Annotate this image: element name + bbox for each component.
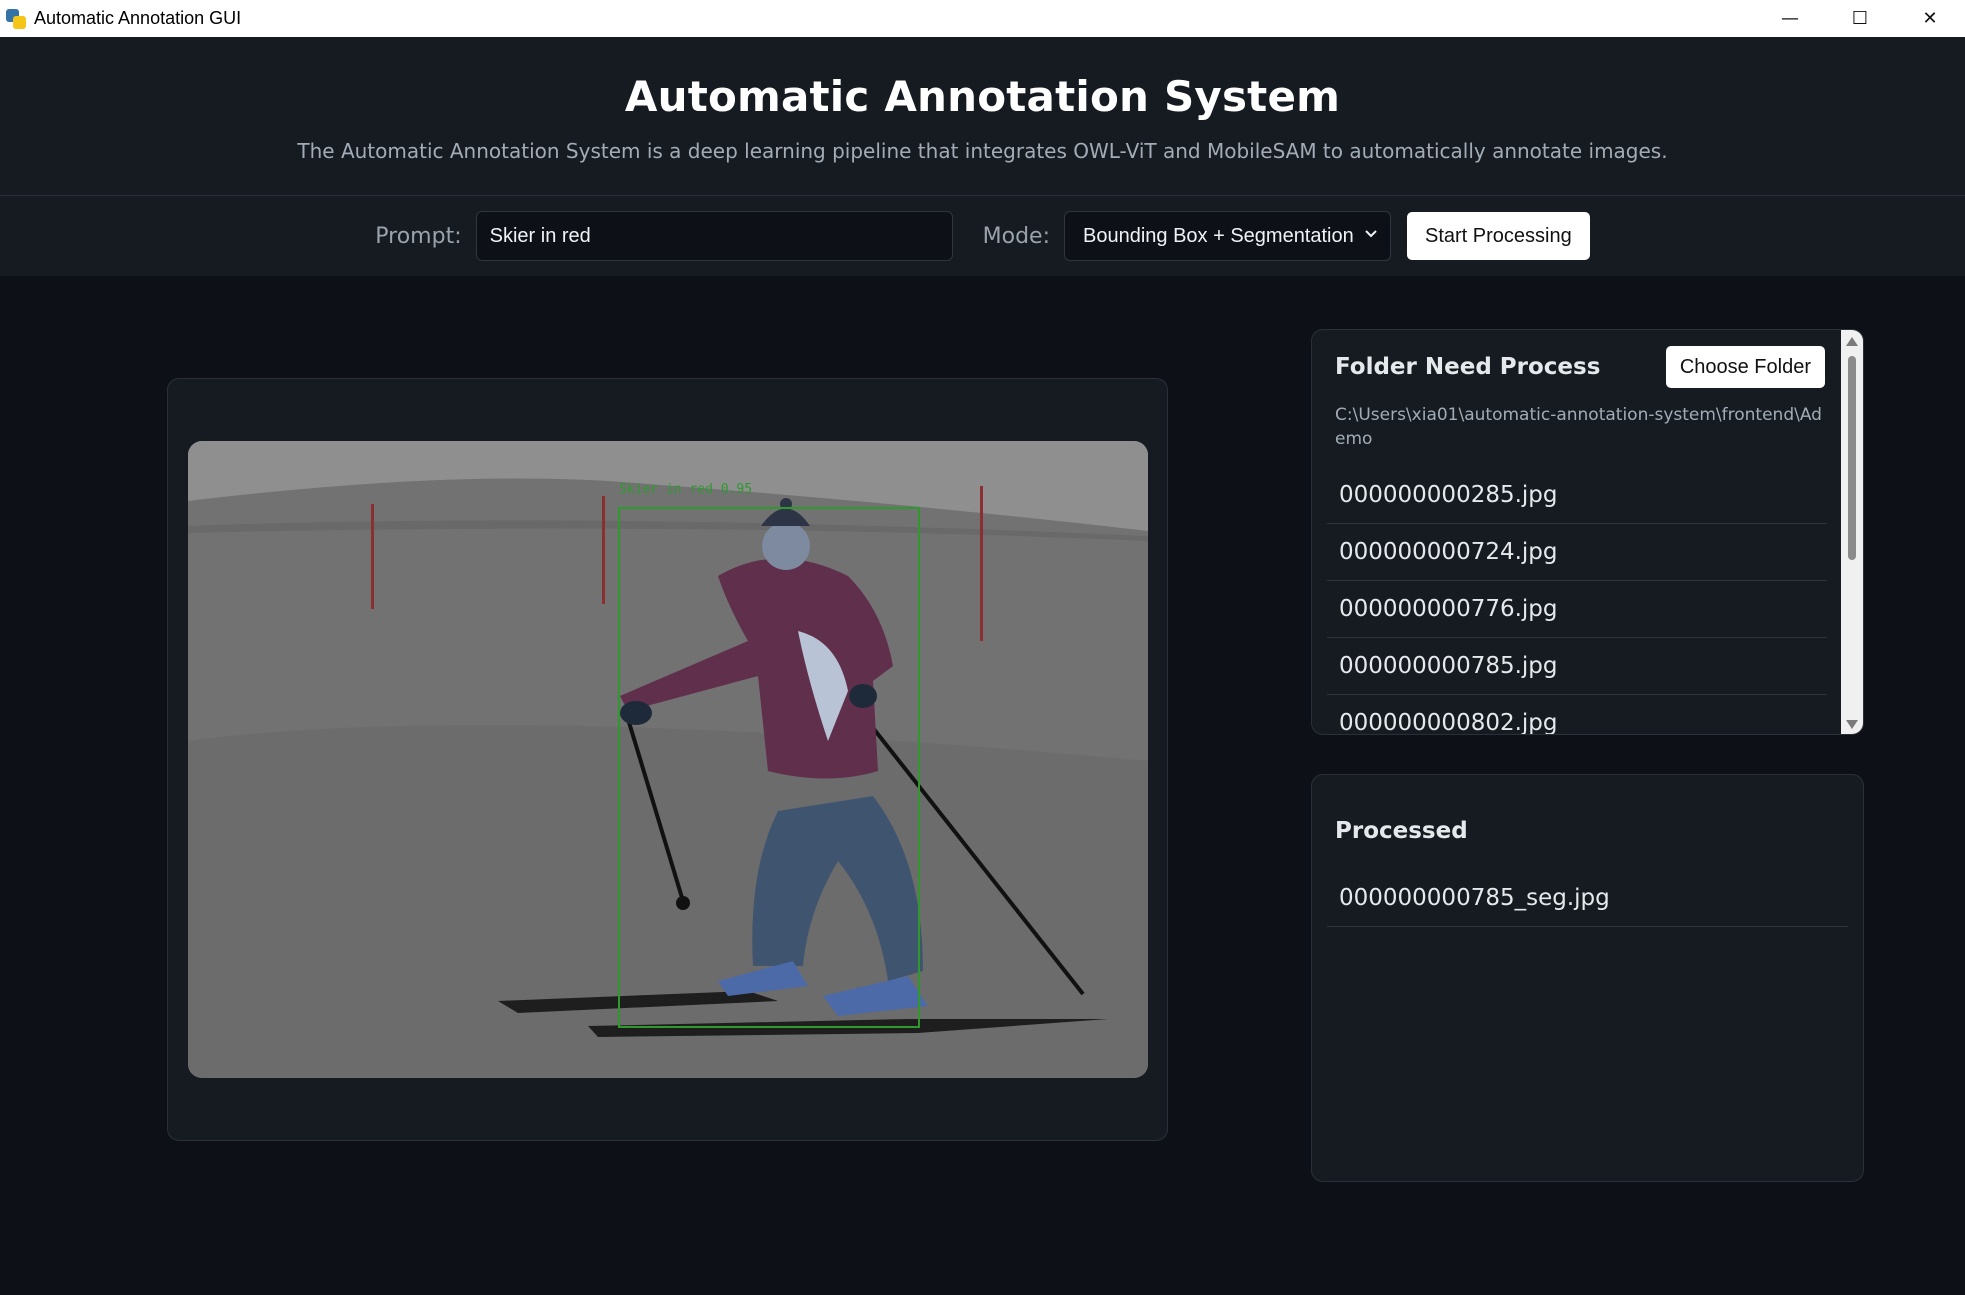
- page-subtitle: The Automatic Annotation System is a dee…: [297, 139, 1668, 163]
- controls-toolbar: Prompt: Mode: Bounding Box + Segmentatio…: [0, 196, 1965, 276]
- folder-scrollbar[interactable]: [1841, 330, 1863, 734]
- file-list-item[interactable]: 000000000724.jpg: [1327, 524, 1827, 581]
- file-list-item[interactable]: 000000000776.jpg: [1327, 581, 1827, 638]
- mode-select[interactable]: Bounding Box + Segmentation: [1063, 211, 1391, 261]
- start-processing-button[interactable]: Start Processing: [1406, 212, 1590, 260]
- prompt-label: Prompt:: [375, 223, 462, 249]
- page-title: Automatic Annotation System: [624, 72, 1341, 121]
- mode-label: Mode:: [982, 223, 1050, 249]
- file-list-item[interactable]: 000000000285.jpg: [1327, 467, 1827, 524]
- window-controls: — ☐ ✕: [1755, 0, 1965, 37]
- detection-label: Skier in red 0.95: [619, 482, 752, 497]
- file-list-item[interactable]: 000000000785.jpg: [1327, 638, 1827, 695]
- window-titlebar: Automatic Annotation GUI — ☐ ✕: [0, 0, 1965, 37]
- prompt-input[interactable]: [475, 211, 953, 261]
- choose-folder-button[interactable]: Choose Folder: [1665, 346, 1825, 388]
- file-list-item[interactable]: 000000000802.jpg: [1327, 695, 1827, 734]
- scroll-up-icon[interactable]: [1846, 337, 1858, 346]
- folder-path: C:\Users\xia01\automatic-annotation-syst…: [1335, 405, 1822, 449]
- folder-panel-title: Folder Need Process: [1335, 354, 1601, 380]
- processed-panel: Processed 000000000785_seg.jpg: [1311, 774, 1864, 1182]
- annotated-image: Skier in red 0.95: [188, 441, 1148, 1078]
- processed-file-list: 000000000785_seg.jpg: [1327, 870, 1848, 927]
- processed-panel-title: Processed: [1335, 818, 1468, 844]
- scroll-thumb[interactable]: [1848, 356, 1856, 560]
- image-viewer: Skier in red 0.95: [167, 378, 1168, 1141]
- window-title: Automatic Annotation GUI: [34, 8, 242, 28]
- scroll-down-icon[interactable]: [1846, 720, 1858, 729]
- page-header: Automatic Annotation System The Automati…: [0, 37, 1965, 196]
- processed-list-item[interactable]: 000000000785_seg.jpg: [1327, 870, 1848, 927]
- folder-panel: Folder Need Process Choose Folder C:\Use…: [1311, 329, 1864, 735]
- maximize-button[interactable]: ☐: [1825, 0, 1895, 37]
- python-app-icon: [6, 8, 26, 29]
- main-area: Skier in red 0.95 Folder Need Process Ch…: [0, 276, 1965, 1295]
- chevron-down-icon: [1365, 230, 1377, 238]
- pending-file-list: 000000000285.jpg 000000000724.jpg 000000…: [1327, 467, 1827, 734]
- mode-selected-value: Bounding Box + Segmentation: [1082, 224, 1354, 247]
- minimize-button[interactable]: —: [1755, 0, 1825, 37]
- close-button[interactable]: ✕: [1895, 0, 1965, 37]
